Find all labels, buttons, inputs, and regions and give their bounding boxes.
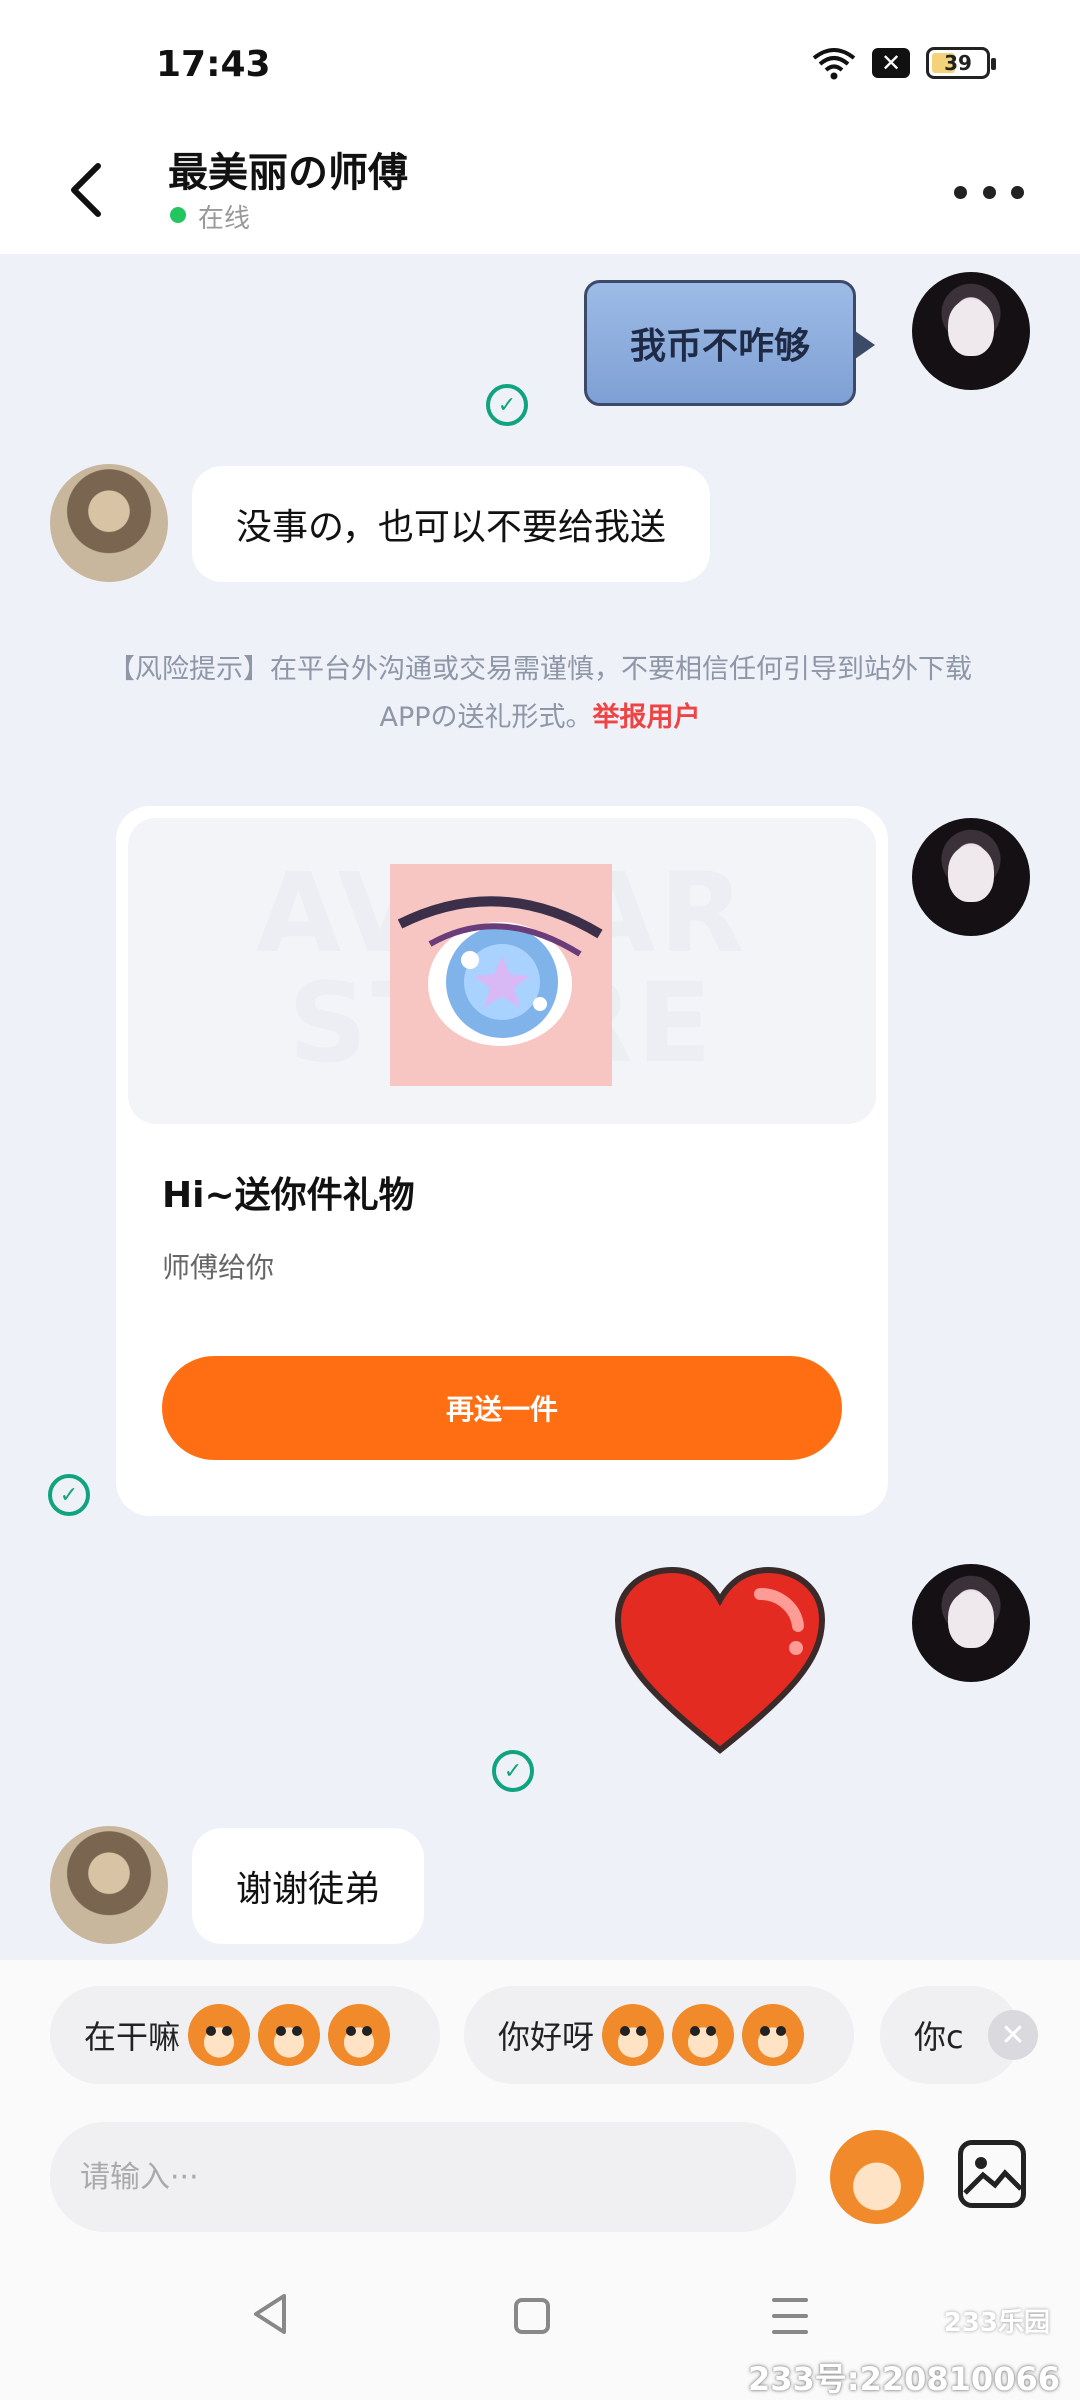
- site-watermark-logo: 233乐园: [943, 2308, 1050, 2338]
- close-quick-replies-button[interactable]: ✕: [988, 2010, 1038, 2060]
- message-input[interactable]: [50, 2122, 796, 2232]
- report-user-link[interactable]: 举报用户: [593, 702, 701, 733]
- input-bar: [0, 2100, 1080, 2250]
- site-watermark-id: 233号:220810066: [748, 2360, 1060, 2398]
- message-text: 谢谢徒弟: [236, 1869, 381, 1910]
- gift-subtitle: 师傅给你: [162, 1251, 275, 1284]
- chat-header: 最美丽の师傅 在线: [0, 130, 1080, 254]
- quick-reply-bar: 在干嘛 你好呀 你c ✕: [0, 1960, 1080, 2100]
- quick-reply-chip[interactable]: 在干嘛: [50, 1986, 440, 2084]
- battery-icon: 39: [926, 47, 996, 79]
- message-bubble-other[interactable]: 谢谢徒弟: [192, 1828, 425, 1944]
- status-icons: ✕ 39: [812, 46, 996, 80]
- risk-notice-text: 【风险提示】在平台外沟通或交易需谨慎，不要相信任何引导到站外下载APPの送礼形式…: [108, 654, 972, 733]
- message-text: 我币不咋够: [629, 326, 810, 367]
- monkey-emoji-icon: [672, 2004, 735, 2066]
- heart-sticker[interactable]: [610, 1564, 830, 1764]
- risk-notice: 【风险提示】在平台外沟通或交易需谨慎，不要相信任何引导到站外下载APPの送礼形式…: [90, 646, 990, 742]
- self-avatar[interactable]: [912, 272, 1030, 390]
- send-again-button[interactable]: 再送一件: [162, 1356, 842, 1460]
- battery-level: 39: [944, 51, 972, 75]
- status-bar: 17:43 ✕ 39: [0, 0, 1080, 130]
- chevron-left-icon: [71, 163, 101, 217]
- self-avatar[interactable]: [912, 818, 1030, 936]
- gift-card[interactable]: AVATAR STORE Hi~送你件礼物 师傅给你 再送一件: [116, 806, 888, 1516]
- gift-image: [390, 864, 612, 1086]
- monkey-emoji-icon: [258, 2004, 321, 2066]
- more-options-button[interactable]: [954, 172, 1024, 212]
- gift-title: Hi~送你件礼物: [162, 1175, 415, 1216]
- nav-recents-button[interactable]: [772, 2298, 808, 2334]
- monkey-emoji-icon: [328, 2004, 391, 2066]
- nav-home-button[interactable]: [514, 2298, 550, 2334]
- message-bubble-other[interactable]: 没事の，也可以不要给我送: [192, 466, 710, 582]
- monkey-emoji-icon: [742, 2004, 805, 2066]
- contact-avatar[interactable]: [50, 464, 168, 582]
- image-picker-button[interactable]: [958, 2140, 1026, 2208]
- image-icon: [963, 2157, 1023, 2195]
- message-bubble-self[interactable]: 我币不咋够: [584, 280, 875, 406]
- read-check-icon: ✓: [48, 1474, 90, 1516]
- contact-avatar[interactable]: [50, 1826, 168, 1944]
- back-button[interactable]: [56, 150, 116, 230]
- online-status-text: 在线: [198, 204, 251, 234]
- no-sim-icon: ✕: [872, 48, 910, 78]
- contact-name: 最美丽の师傅: [168, 150, 408, 196]
- dot-icon: [954, 185, 967, 199]
- system-nav-bar: 233乐园 233号:220810066: [0, 2250, 1080, 2400]
- dot-icon: [982, 185, 996, 199]
- quick-reply-label: 在干嘛: [84, 2018, 181, 2056]
- nav-back-button[interactable]: [252, 2292, 288, 2340]
- read-check-icon: ✓: [486, 384, 528, 426]
- dot-icon: [1011, 185, 1024, 199]
- online-status-dot: [170, 207, 186, 223]
- quick-reply-label: 你c: [914, 2018, 964, 2056]
- wifi-icon: [812, 46, 856, 80]
- status-time: 17:43: [156, 44, 271, 85]
- message-text: 没事の，也可以不要给我送: [236, 507, 666, 548]
- emoji-sticker-button[interactable]: [830, 2130, 924, 2224]
- quick-reply-chip[interactable]: 你好呀: [464, 1986, 854, 2084]
- chat-messages[interactable]: 我币不咋够 ✓ 没事の，也可以不要给我送 【风险提示】在平台外沟通或交易需谨慎，…: [0, 254, 1080, 1960]
- triangle-back-icon: [254, 2294, 286, 2334]
- self-avatar[interactable]: [912, 1564, 1030, 1682]
- quick-reply-label: 你好呀: [498, 2018, 595, 2056]
- monkey-emoji-icon: [188, 2004, 251, 2066]
- read-check-icon: ✓: [492, 1750, 534, 1792]
- gift-banner: AVATAR STORE: [128, 818, 876, 1124]
- monkey-emoji-icon: [602, 2004, 665, 2066]
